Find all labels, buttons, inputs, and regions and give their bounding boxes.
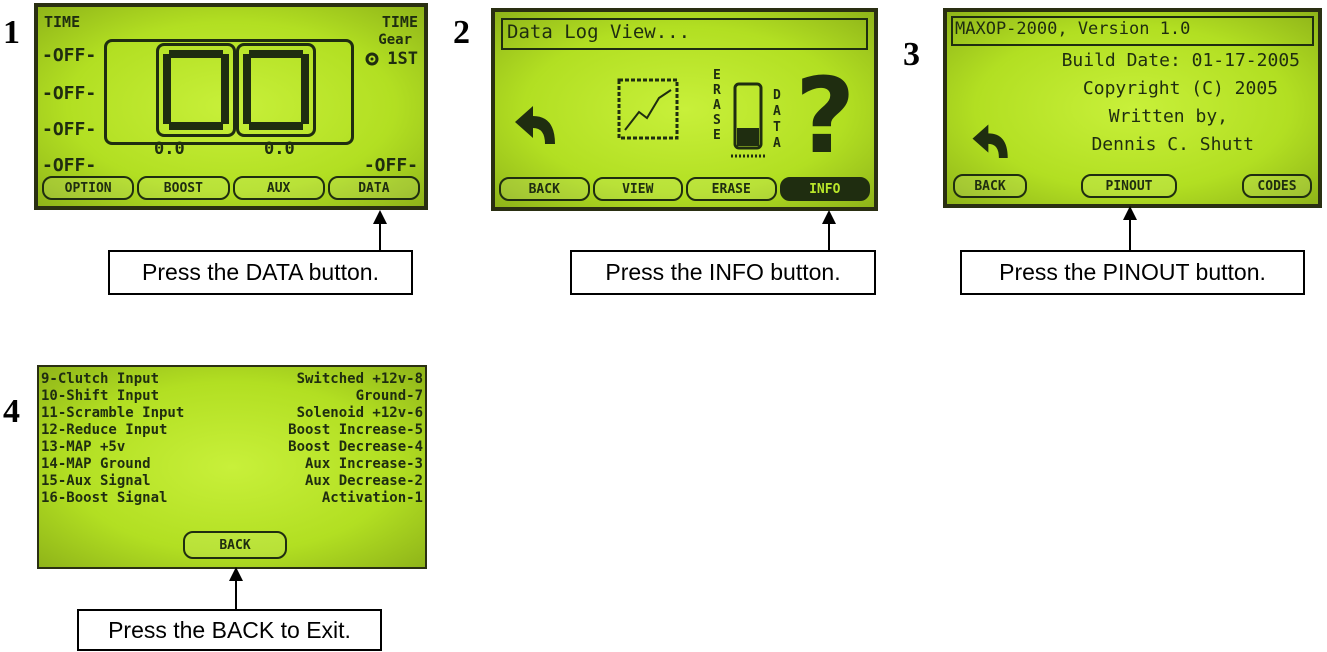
arrow-line-3 — [1129, 218, 1131, 250]
lcd-screen-about: MAXOP-2000, Version 1.0 Build Date: 01-1… — [943, 8, 1322, 208]
pin-11: 11-Scramble Input — [41, 405, 185, 421]
digit-display-left — [156, 43, 236, 137]
step-number-4: 4 — [3, 393, 20, 430]
pin-16: 16-Boost Signal — [41, 490, 168, 506]
codes-button[interactable]: CODES — [1242, 174, 1312, 198]
pin-15: 15-Aux Signal — [41, 473, 151, 489]
back-button[interactable]: BACK — [499, 177, 590, 201]
pin-5: Boost Increase-5 — [288, 422, 423, 438]
status-off-right: -OFF- — [363, 155, 418, 176]
status-off-3: -OFF- — [42, 119, 97, 140]
data-vertical-label: DATA — [773, 88, 781, 151]
step-number-2: 2 — [453, 14, 470, 51]
instruction-callout-1: Press the DATA button. — [108, 250, 413, 295]
pin-8: Switched +12v-8 — [296, 371, 423, 387]
reading-left: 0.0 — [154, 139, 185, 159]
step-number-1: 1 — [3, 14, 20, 51]
pin-1: Activation-1 — [321, 490, 423, 506]
arrow-line-4 — [235, 579, 237, 610]
build-date: Build Date: 01-17-2005 — [1061, 50, 1300, 71]
view-button[interactable]: VIEW — [592, 177, 683, 201]
lcd-screen-pinout: 9-Clutch Input 10-Shift Input 11-Scrambl… — [37, 365, 427, 569]
arrow-line-2 — [828, 222, 830, 250]
status-off-2: -OFF- — [42, 83, 97, 104]
author-name: Dennis C. Shutt — [1091, 134, 1254, 155]
pin-14: 14-MAP Ground — [41, 456, 151, 472]
time-label-right: TIME — [381, 13, 418, 31]
erase-button[interactable]: ERASE — [686, 177, 777, 201]
pin-10: 10-Shift Input — [41, 388, 160, 404]
info-button[interactable]: INFO — [779, 177, 870, 201]
arrow-line-1 — [379, 222, 381, 250]
pin-12: 12-Reduce Input — [41, 422, 168, 438]
lcd-screen-datalog: Data Log View... ERASE DATA ? BACK VIEW … — [491, 8, 878, 211]
boost-button[interactable]: BOOST — [137, 176, 230, 200]
instruction-callout-4: Press the BACK to Exit. — [77, 609, 382, 651]
copyright: Copyright (C) 2005 — [1082, 78, 1278, 99]
digit-display-right — [236, 43, 316, 137]
pinout-left-column: 9-Clutch Input 10-Shift Input 11-Scrambl… — [41, 371, 184, 507]
data-button[interactable]: DATA — [327, 176, 420, 200]
back-arrow-icon[interactable] — [511, 104, 561, 150]
step-number-3: 3 — [903, 36, 920, 73]
gear-value: 1ST — [387, 49, 418, 69]
erase-vertical-label: ERASE — [713, 68, 721, 143]
instruction-callout-3: Press the PINOUT button. — [960, 250, 1305, 295]
instruction-callout-2: Press the INFO button. — [570, 250, 876, 295]
written-by: Written by, — [1108, 106, 1228, 127]
option-button[interactable]: OPTION — [42, 176, 135, 200]
pinout-right-column: Switched +12v-8 Ground-7 Solenoid +12v-6… — [288, 371, 423, 507]
reading-right: 0.0 — [264, 139, 295, 159]
status-off-1: -OFF- — [42, 45, 97, 66]
aux-button[interactable]: AUX — [232, 176, 325, 200]
back-button[interactable]: BACK — [953, 174, 1027, 198]
button-bar: BACK PINOUT CODES — [953, 174, 1312, 198]
screen-title: Data Log View... — [507, 21, 691, 43]
pin-2: Aux Decrease-2 — [304, 473, 423, 489]
pin-4: Boost Decrease-4 — [288, 439, 423, 455]
pinout-button[interactable]: PINOUT — [1081, 174, 1177, 198]
time-label-left: TIME — [44, 13, 81, 31]
back-arrow-icon[interactable] — [969, 122, 1013, 164]
pin-9: 9-Clutch Input — [41, 371, 160, 387]
gear-label: Gear — [378, 32, 412, 48]
memory-chip-icon[interactable] — [731, 82, 767, 162]
lcd-screen-main: TIME TIME -OFF- -OFF- -OFF- -OFF- Gear 1… — [34, 3, 428, 210]
line-graph-icon[interactable] — [617, 78, 679, 140]
pin-3: Aux Increase-3 — [304, 456, 423, 472]
pin-13: 13-MAP +5v — [41, 439, 126, 455]
help-question-icon[interactable]: ? — [795, 64, 855, 168]
pin-6: Solenoid +12v-6 — [296, 405, 423, 421]
screen-title: MAXOP-2000, Version 1.0 — [955, 19, 1191, 39]
gear-icon — [364, 51, 380, 67]
pin-7: Ground-7 — [355, 388, 423, 404]
back-button[interactable]: BACK — [183, 531, 287, 559]
status-off-4: -OFF- — [42, 155, 97, 176]
